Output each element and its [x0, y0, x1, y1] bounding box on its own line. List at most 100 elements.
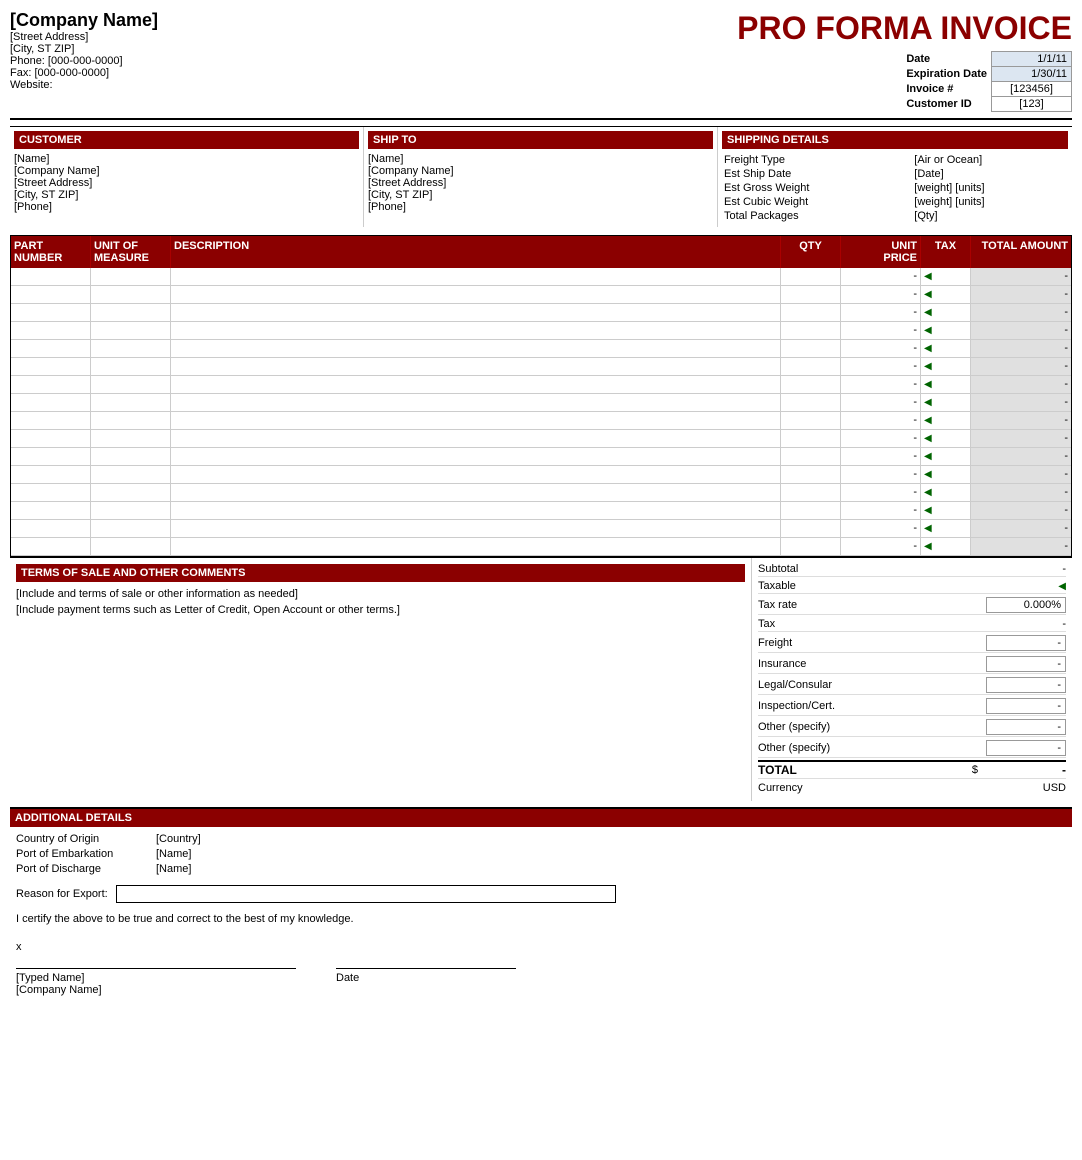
- discharge-row: Port of Discharge [Name]: [16, 863, 1066, 875]
- subtotal-row: Subtotal -: [758, 562, 1066, 577]
- cell-part: [11, 520, 91, 537]
- tax-flag-icon: ◀: [924, 289, 932, 300]
- cell-total: -: [971, 358, 1071, 375]
- tax-flag-icon: ◀: [924, 523, 932, 534]
- date-table: Date 1/1/11 Expiration Date 1/30/11 Invo…: [902, 51, 1072, 112]
- origin-row: Country of Origin [Country]: [16, 833, 1066, 845]
- cell-total: -: [971, 286, 1071, 303]
- cell-uom: [91, 448, 171, 465]
- customer-id-value: [123]: [992, 97, 1072, 112]
- customer-company: [Company Name]: [14, 165, 359, 177]
- cell-tax: ◀: [921, 268, 971, 285]
- legal-row: Legal/Consular -: [758, 676, 1066, 695]
- origin-value: [Country]: [156, 833, 201, 845]
- table-row: -◀-: [11, 286, 1071, 304]
- cell-part: [11, 286, 91, 303]
- cell-tax: ◀: [921, 430, 971, 447]
- other1-row: Other (specify) -: [758, 718, 1066, 737]
- ship-phone: [Phone]: [368, 201, 713, 213]
- cell-qty: [781, 286, 841, 303]
- date-block: Date: [336, 941, 516, 996]
- cell-desc: [171, 376, 781, 393]
- cell-tax: ◀: [921, 502, 971, 519]
- certify-text: I certify the above to be true and corre…: [16, 913, 1066, 925]
- other2-label: Other (specify): [758, 742, 830, 754]
- customer-address: [Street Address]: [14, 177, 359, 189]
- insurance-label: Insurance: [758, 658, 806, 670]
- street-address: [Street Address]: [10, 31, 737, 43]
- cell-desc: [171, 538, 781, 555]
- cell-tax: ◀: [921, 394, 971, 411]
- tax-rate-label: Tax rate: [758, 599, 797, 611]
- info-grid: CUSTOMER [Name] [Company Name] [Street A…: [10, 126, 1072, 227]
- other1-value[interactable]: -: [986, 719, 1066, 735]
- reason-row: Reason for Export:: [16, 885, 1066, 903]
- shipping-table: Freight Type [Air or Ocean] Est Ship Dat…: [722, 153, 1068, 223]
- cell-tax: ◀: [921, 520, 971, 537]
- currency-value: USD: [986, 782, 1066, 794]
- table-row: -◀-: [11, 394, 1071, 412]
- cell-part: [11, 430, 91, 447]
- cell-total: -: [971, 268, 1071, 285]
- ship-address: [Street Address]: [368, 177, 713, 189]
- cell-tax: ◀: [921, 286, 971, 303]
- cubic-weight-label: Est Cubic Weight: [722, 195, 912, 209]
- cell-tax: ◀: [921, 448, 971, 465]
- cell-tax: ◀: [921, 484, 971, 501]
- ship-name: [Name]: [368, 153, 713, 165]
- cell-total: -: [971, 322, 1071, 339]
- cell-price: -: [841, 286, 921, 303]
- cell-qty: [781, 304, 841, 321]
- freight-value[interactable]: -: [986, 635, 1066, 651]
- col-unit-of-measure: UNIT OFMEASURE: [91, 236, 171, 268]
- cell-price: -: [841, 502, 921, 519]
- cell-desc: [171, 322, 781, 339]
- inspection-value[interactable]: -: [986, 698, 1066, 714]
- cell-part: [11, 322, 91, 339]
- invoice-title: PRO FORMA INVOICE: [737, 10, 1072, 47]
- freight-label: Freight: [758, 637, 792, 649]
- cell-qty: [781, 268, 841, 285]
- tax-flag-icon: ◀: [924, 325, 932, 336]
- tax-flag-icon: ◀: [924, 487, 932, 498]
- terms-line2: [Include payment terms such as Letter of…: [16, 604, 745, 616]
- cell-tax: ◀: [921, 304, 971, 321]
- cell-desc: [171, 340, 781, 357]
- legal-value[interactable]: -: [986, 677, 1066, 693]
- tax-flag-icon: ◀: [924, 307, 932, 318]
- cell-tax: ◀: [921, 322, 971, 339]
- dollar-sign: $: [972, 764, 982, 776]
- cell-desc: [171, 286, 781, 303]
- cell-price: -: [841, 430, 921, 447]
- fax: Fax: [000-000-0000]: [10, 67, 737, 79]
- insurance-value[interactable]: -: [986, 656, 1066, 672]
- cell-qty: [781, 502, 841, 519]
- reason-input[interactable]: [116, 885, 616, 903]
- cell-qty: [781, 394, 841, 411]
- tax-flag-icon: ◀: [924, 541, 932, 552]
- taxable-flag-icon: ◀: [1058, 581, 1066, 592]
- cell-price: -: [841, 268, 921, 285]
- table-row: -◀-: [11, 268, 1071, 286]
- cell-tax: ◀: [921, 376, 971, 393]
- cell-tax: ◀: [921, 412, 971, 429]
- embarkation-value: [Name]: [156, 848, 191, 860]
- tax-rate-value[interactable]: 0.000%: [986, 597, 1066, 613]
- cell-total: -: [971, 412, 1071, 429]
- shipping-details-section: SHIPPING DETAILS Freight Type [Air or Oc…: [718, 127, 1072, 227]
- other2-row: Other (specify) -: [758, 739, 1066, 758]
- terms-line1: [Include and terms of sale or other info…: [16, 588, 745, 600]
- cell-qty: [781, 358, 841, 375]
- taxable-row: Taxable ◀: [758, 579, 1066, 594]
- cell-price: -: [841, 376, 921, 393]
- other2-value[interactable]: -: [986, 740, 1066, 756]
- typed-name: [Typed Name]: [16, 972, 296, 984]
- cell-qty: [781, 520, 841, 537]
- table-row: -◀-: [11, 304, 1071, 322]
- tax-flag-icon: ◀: [924, 469, 932, 480]
- cell-price: -: [841, 520, 921, 537]
- website: Website:: [10, 79, 737, 91]
- cell-price: -: [841, 412, 921, 429]
- col-tax: TAX: [921, 236, 971, 268]
- ship-to-section: SHIP TO [Name] [Company Name] [Street Ad…: [364, 127, 718, 227]
